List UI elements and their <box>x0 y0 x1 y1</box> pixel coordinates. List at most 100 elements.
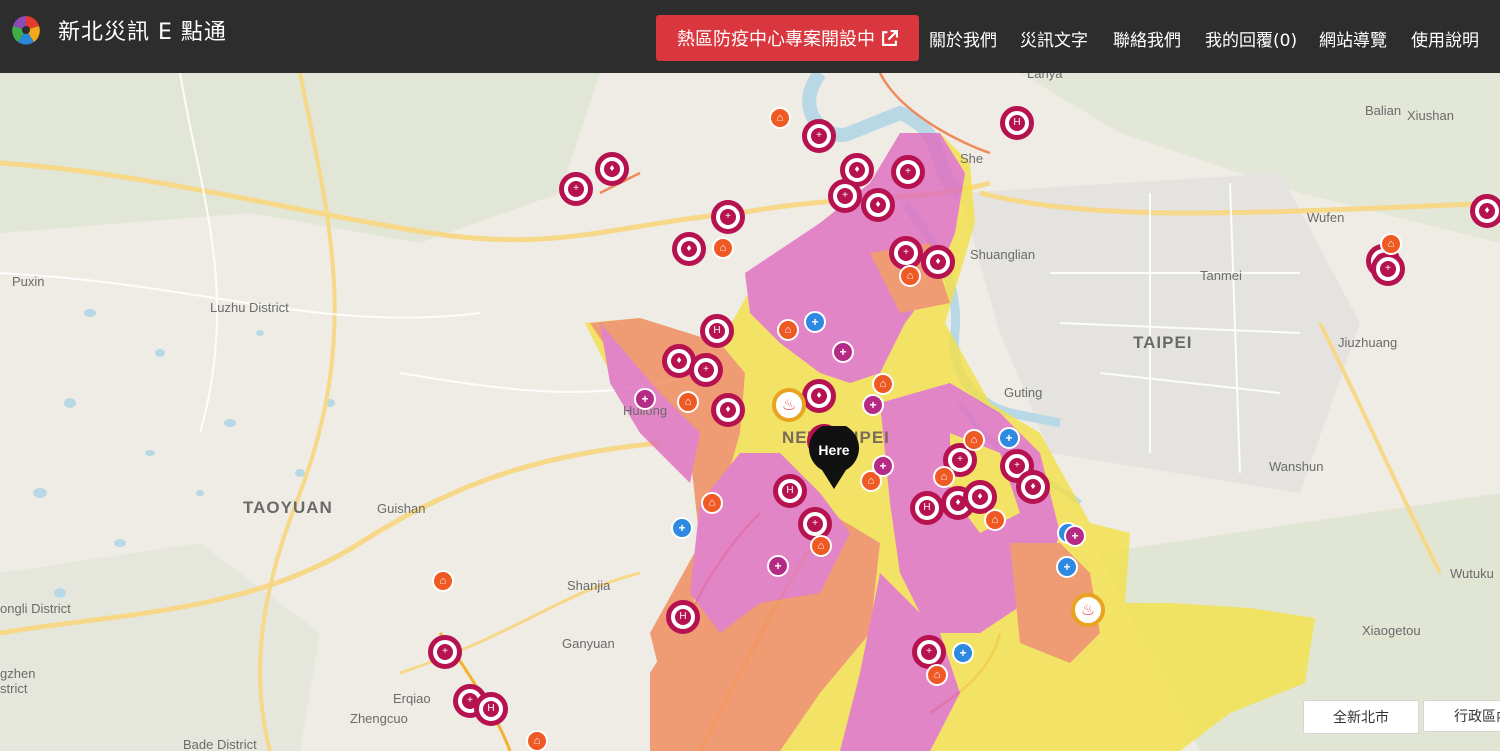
house-icon: ⌂ <box>684 396 692 408</box>
facility-marker[interactable]: ♦ <box>802 379 836 413</box>
ambulance-icon: + <box>952 452 968 468</box>
shelter-marker[interactable]: ⌂ <box>701 492 723 514</box>
shelter-marker[interactable]: ⌂ <box>712 237 734 259</box>
facility-marker[interactable]: + <box>689 353 723 387</box>
fire-marker[interactable]: ♨ <box>772 388 806 422</box>
facility-marker[interactable]: H <box>474 692 508 726</box>
label-shanjia: Shanjia <box>567 578 611 593</box>
nav-sitemap[interactable]: 網站導覽 <box>1319 26 1387 51</box>
facility-marker[interactable]: H <box>910 491 944 525</box>
facility-marker[interactable]: + <box>428 635 462 669</box>
control-all-city[interactable]: 全新北市 <box>1303 700 1419 734</box>
facility-marker[interactable]: ♦ <box>672 232 706 266</box>
facility-marker[interactable]: ♦ <box>921 245 955 279</box>
ambulance-icon: + <box>921 644 937 660</box>
label-wutuku: Wutuku <box>1450 566 1494 581</box>
shelter-marker[interactable]: ⌂ <box>926 664 948 686</box>
clinic-marker[interactable]: + <box>832 341 854 363</box>
label-balian: Balian <box>1365 103 1402 118</box>
clinic-marker[interactable]: + <box>767 555 789 577</box>
clinic-marker[interactable]: + <box>872 455 894 477</box>
nav-help[interactable]: 使用說明 <box>1411 26 1479 51</box>
person-icon: ♦ <box>930 254 946 270</box>
facility-marker[interactable]: + <box>891 155 925 189</box>
ambulance-icon: + <box>698 362 714 378</box>
medical-cross-icon: + <box>879 459 887 473</box>
facility-marker[interactable]: ♦ <box>711 393 745 427</box>
nav-contact[interactable]: 聯絡我們 <box>1113 26 1181 51</box>
shelter-marker[interactable]: ⌂ <box>810 535 832 557</box>
person-icon: ♦ <box>1025 479 1041 495</box>
facility-marker[interactable]: + <box>1371 252 1405 286</box>
person-icon: ♦ <box>604 161 620 177</box>
label-erqiao: Erqiao <box>393 691 431 706</box>
nav-disaster-text[interactable]: 災訊文字 <box>1020 26 1088 51</box>
facility-marker[interactable]: H <box>1000 106 1034 140</box>
clinic-marker[interactable]: + <box>634 388 656 410</box>
medical-marker[interactable]: + <box>998 427 1020 449</box>
shelter-marker[interactable]: ⌂ <box>432 570 454 592</box>
facility-marker[interactable]: ♦ <box>1470 194 1500 228</box>
medical-cross-icon: + <box>839 345 847 359</box>
medical-cross-icon: + <box>1063 560 1071 574</box>
clinic-marker[interactable]: + <box>862 394 884 416</box>
facility-marker[interactable]: ♦ <box>1016 470 1050 504</box>
house-icon: ⌂ <box>991 514 999 526</box>
ambulance-icon: + <box>1009 458 1025 474</box>
map-canvas[interactable]: Puxin Luzhu District TAOYUAN Guishan ong… <box>0 66 1500 751</box>
shelter-marker[interactable]: ⌂ <box>677 391 699 413</box>
shelter-marker[interactable]: ⌂ <box>526 730 548 751</box>
clinic-marker[interactable]: + <box>1064 525 1086 547</box>
ambulance-icon: + <box>837 188 853 204</box>
facility-marker[interactable]: + <box>802 119 836 153</box>
facility-marker[interactable]: + <box>711 200 745 234</box>
facility-marker[interactable]: + <box>559 172 593 206</box>
person-icon: ♦ <box>870 197 886 213</box>
facility-marker[interactable]: H <box>666 600 700 634</box>
person-icon: ♦ <box>671 353 687 369</box>
label-zhen-a: gzhen <box>0 666 36 681</box>
medical-cross-icon: + <box>774 559 782 573</box>
external-link-icon <box>882 29 898 46</box>
house-icon: ⌂ <box>879 378 887 390</box>
shelter-marker[interactable]: ⌂ <box>769 107 791 129</box>
location-pin-icon <box>809 423 859 489</box>
medical-marker[interactable]: + <box>1056 556 1078 578</box>
promo-button[interactable]: 熱區防疫中心專案開設中 <box>656 15 919 61</box>
medical-marker[interactable]: + <box>671 517 693 539</box>
medical-marker[interactable]: + <box>952 642 974 664</box>
medical-marker[interactable]: + <box>804 311 826 333</box>
hospital-icon: H <box>1009 115 1025 131</box>
label-zhen-b: strict <box>0 681 28 696</box>
label-shuanglian: Shuanglian <box>970 247 1036 262</box>
nav-my-replies[interactable]: 我的回覆(0) <box>1205 26 1297 51</box>
shelter-marker[interactable]: ⌂ <box>933 466 955 488</box>
current-location-pin[interactable]: Here <box>808 423 860 490</box>
shelter-marker[interactable]: ⌂ <box>872 373 894 395</box>
person-icon: ♦ <box>972 489 988 505</box>
label-taoyuan: TAOYUAN <box>243 498 333 517</box>
fire-marker[interactable]: ♨ <box>1071 593 1105 627</box>
facility-marker[interactable]: H <box>773 474 807 508</box>
ambulance-icon: + <box>898 245 914 261</box>
ambulance-icon: + <box>720 209 736 225</box>
shelter-marker[interactable]: ⌂ <box>899 265 921 287</box>
shelter-marker[interactable]: ⌂ <box>1380 233 1402 255</box>
shelter-marker[interactable]: ⌂ <box>777 319 799 341</box>
person-icon: ♦ <box>849 162 865 178</box>
facility-marker[interactable]: H <box>700 314 734 348</box>
house-icon: ⌂ <box>533 735 541 747</box>
shelter-marker[interactable]: ⌂ <box>984 509 1006 531</box>
fire-icon: ♨ <box>781 397 797 414</box>
label-xiaogetou: Xiaogetou <box>1362 623 1421 638</box>
hospital-icon: H <box>675 609 691 625</box>
shelter-marker[interactable]: ⌂ <box>963 429 985 451</box>
house-icon: ⌂ <box>784 324 792 336</box>
control-district[interactable]: 行政區內 <box>1423 700 1500 732</box>
facility-marker[interactable]: ♦ <box>861 188 895 222</box>
facility-marker[interactable]: + <box>828 179 862 213</box>
brand[interactable]: 新北災訊 E 點通 <box>10 10 227 50</box>
facility-marker[interactable]: ♦ <box>595 152 629 186</box>
label-bade: Bade District <box>183 737 257 751</box>
nav-about[interactable]: 關於我們 <box>929 26 997 51</box>
